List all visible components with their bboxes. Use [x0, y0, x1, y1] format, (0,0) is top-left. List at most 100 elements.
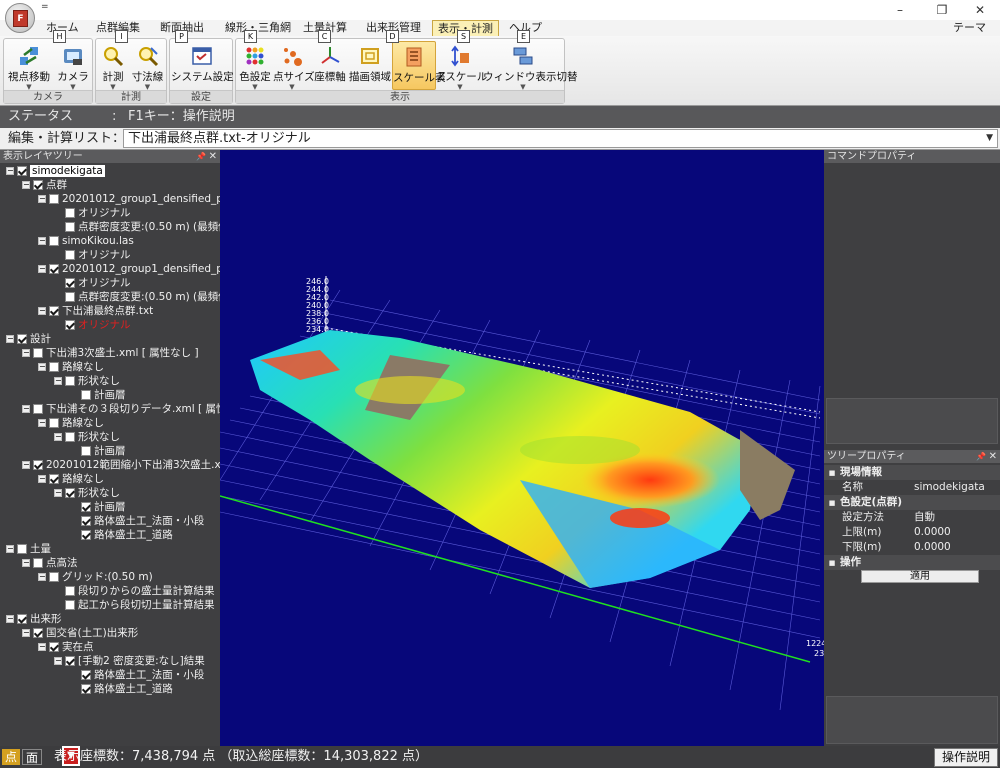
- tree-node[interactable]: − 下出浦最終点群.txt: [38, 304, 153, 318]
- prop-category-color[interactable]: ■ 色設定(点群): [824, 495, 1000, 510]
- tree-expand-icon[interactable]: −: [6, 545, 14, 553]
- tree-checkbox[interactable]: [49, 572, 59, 582]
- tree-expand-icon[interactable]: −: [22, 461, 30, 469]
- point-size-button[interactable]: 点サイズ ▼: [273, 41, 315, 91]
- tree-checkbox[interactable]: [65, 208, 75, 218]
- tree-checkbox[interactable]: [49, 236, 59, 246]
- tree-expand-icon[interactable]: −: [38, 363, 46, 371]
- tree-checkbox[interactable]: [49, 306, 59, 316]
- minimize-button[interactable]: –: [880, 0, 920, 20]
- tree-checkbox[interactable]: [17, 166, 27, 176]
- pin-icon[interactable]: 📌: [976, 450, 986, 463]
- tree-node[interactable]: 計画層: [70, 388, 126, 402]
- tree-expand-icon[interactable]: −: [6, 167, 14, 175]
- mode-point-button[interactable]: 点: [2, 749, 20, 765]
- tree-expand-icon[interactable]: −: [38, 419, 46, 427]
- prop-row-name[interactable]: 名称 simodekigata: [824, 480, 1000, 495]
- tree-node[interactable]: − 実在点: [38, 640, 94, 654]
- tree-checkbox[interactable]: [65, 488, 75, 498]
- prop-row-lower[interactable]: 下限(m) 0.0000: [824, 540, 1000, 555]
- tree-node[interactable]: − [手動2 密度変更:なし]結果: [54, 654, 205, 668]
- tree-expand-icon[interactable]: −: [54, 657, 62, 665]
- tree-checkbox[interactable]: [65, 292, 75, 302]
- close-button[interactable]: ✕: [960, 0, 1000, 20]
- tree-checkbox[interactable]: [65, 376, 75, 386]
- tree-node[interactable]: 路体盛土工_法面・小段: [70, 668, 204, 682]
- tree-checkbox[interactable]: [33, 180, 43, 190]
- collapse-triangle-icon[interactable]: ■: [824, 556, 840, 571]
- tree-checkbox[interactable]: [49, 642, 59, 652]
- coordinate-axis-button[interactable]: 座標軸: [312, 41, 348, 90]
- tree-checkbox[interactable]: [81, 516, 91, 526]
- tree-checkbox[interactable]: [17, 614, 27, 624]
- tree-node[interactable]: 起工から段切切土量計算結果: [54, 598, 215, 612]
- tree-expand-icon[interactable]: −: [22, 405, 30, 413]
- tree-node[interactable]: − 路線なし: [38, 472, 104, 486]
- tree-checkbox[interactable]: [65, 586, 75, 596]
- quick-access-dropdown-icon[interactable]: =: [41, 2, 49, 12]
- tree-node[interactable]: − 路線なし: [38, 416, 104, 430]
- tree-expand-icon[interactable]: −: [22, 181, 30, 189]
- 3d-viewport[interactable]: 246.0 244.0 242.0 240.0 238.0 236.0 234.…: [220, 150, 824, 746]
- camera-button[interactable]: カメラ ▼: [54, 41, 92, 91]
- mode-surface-button[interactable]: 面: [22, 749, 42, 765]
- tree-node[interactable]: − 路線なし: [38, 360, 104, 374]
- tree-node[interactable]: オリジナル: [54, 318, 131, 332]
- tree-checkbox[interactable]: [81, 684, 91, 694]
- tree-checkbox[interactable]: [81, 390, 91, 400]
- tree-checkbox[interactable]: [65, 250, 75, 260]
- tree-expand-icon[interactable]: −: [38, 237, 46, 245]
- tree-checkbox[interactable]: [49, 362, 59, 372]
- measure-button[interactable]: 計測 ▼: [98, 41, 128, 91]
- tree-checkbox[interactable]: [33, 348, 43, 358]
- tree-checkbox[interactable]: [33, 404, 43, 414]
- prop-row-method[interactable]: 設定方法 自動: [824, 510, 1000, 525]
- tree-checkbox[interactable]: [17, 544, 27, 554]
- tree-node[interactable]: 点群密度変更:(0.50 m) (最頻値): [54, 290, 220, 304]
- color-settings-button[interactable]: 色設定 ▼: [239, 41, 271, 91]
- tree-expand-icon[interactable]: −: [54, 377, 62, 385]
- collapse-triangle-icon[interactable]: ■: [824, 466, 840, 481]
- tree-node[interactable]: 計画層: [70, 444, 126, 458]
- tree-node[interactable]: − simodekigata: [6, 164, 105, 178]
- window-toggle-button[interactable]: ウィンドウ表示切替 ▼: [483, 41, 578, 91]
- tree-node[interactable]: − 形状なし: [54, 374, 120, 388]
- tree-checkbox[interactable]: [49, 418, 59, 428]
- apply-button[interactable]: 適用: [861, 570, 979, 583]
- tab-alignment-tin[interactable]: 線形・三角網: [225, 20, 291, 36]
- tree-node[interactable]: オリジナル: [54, 248, 131, 262]
- prop-row-upper[interactable]: 上限(m) 0.0000: [824, 525, 1000, 540]
- tree-checkbox[interactable]: [65, 320, 75, 330]
- tree-node[interactable]: 点群密度変更:(0.50 m) (最頻値): [54, 220, 220, 234]
- tree-expand-icon[interactable]: −: [54, 433, 62, 441]
- tree-expand-icon[interactable]: −: [38, 475, 46, 483]
- scale-table-button[interactable]: スケール表: [392, 41, 446, 90]
- tree-node[interactable]: − 下出浦その３段切りデータ.xml [ 属性なし ]: [22, 402, 220, 416]
- tree-node[interactable]: 路体盛土工_道路: [70, 528, 173, 542]
- tree-checkbox[interactable]: [81, 502, 91, 512]
- tree-node[interactable]: 路体盛土工_道路: [70, 682, 173, 696]
- tree-node[interactable]: − 20201012_group1_densified_point_cloud: [38, 192, 220, 206]
- tree-node[interactable]: − 20201012範囲縮小下出浦3次盛土.xml: [22, 458, 220, 472]
- tree-node[interactable]: − グリッド:(0.50 m): [38, 570, 153, 584]
- tree-node[interactable]: 計画層: [70, 500, 126, 514]
- prop-category-operation[interactable]: ■ 操作: [824, 555, 1000, 570]
- point-cloud-canvas[interactable]: 246.0 244.0 242.0 240.0 238.0 236.0 234.…: [220, 150, 824, 746]
- tree-checkbox[interactable]: [65, 656, 75, 666]
- tree-checkbox[interactable]: [65, 432, 75, 442]
- tree-node[interactable]: − 設計: [6, 332, 51, 346]
- edit-list-combo[interactable]: 下出浦最終点群.txt-オリジナル ▼: [123, 129, 998, 148]
- tree-checkbox[interactable]: [65, 278, 75, 288]
- tree-node[interactable]: 路体盛土工_法面・小段: [70, 514, 204, 528]
- collapse-triangle-icon[interactable]: ■: [824, 496, 840, 511]
- dimension-line-button[interactable]: 寸法線 ▼: [129, 41, 166, 91]
- pin-icon[interactable]: 📌: [196, 150, 206, 163]
- tree-node[interactable]: − 点群: [22, 178, 67, 192]
- tree-expand-icon[interactable]: −: [54, 489, 62, 497]
- tree-expand-icon[interactable]: −: [6, 335, 14, 343]
- viewpoint-move-button[interactable]: 視点移動 ▼: [6, 41, 52, 91]
- tree-expand-icon[interactable]: −: [38, 195, 46, 203]
- close-icon[interactable]: ✕: [209, 150, 217, 163]
- tree-expand-icon[interactable]: −: [6, 615, 14, 623]
- theme-menu[interactable]: テーマ: [953, 20, 986, 35]
